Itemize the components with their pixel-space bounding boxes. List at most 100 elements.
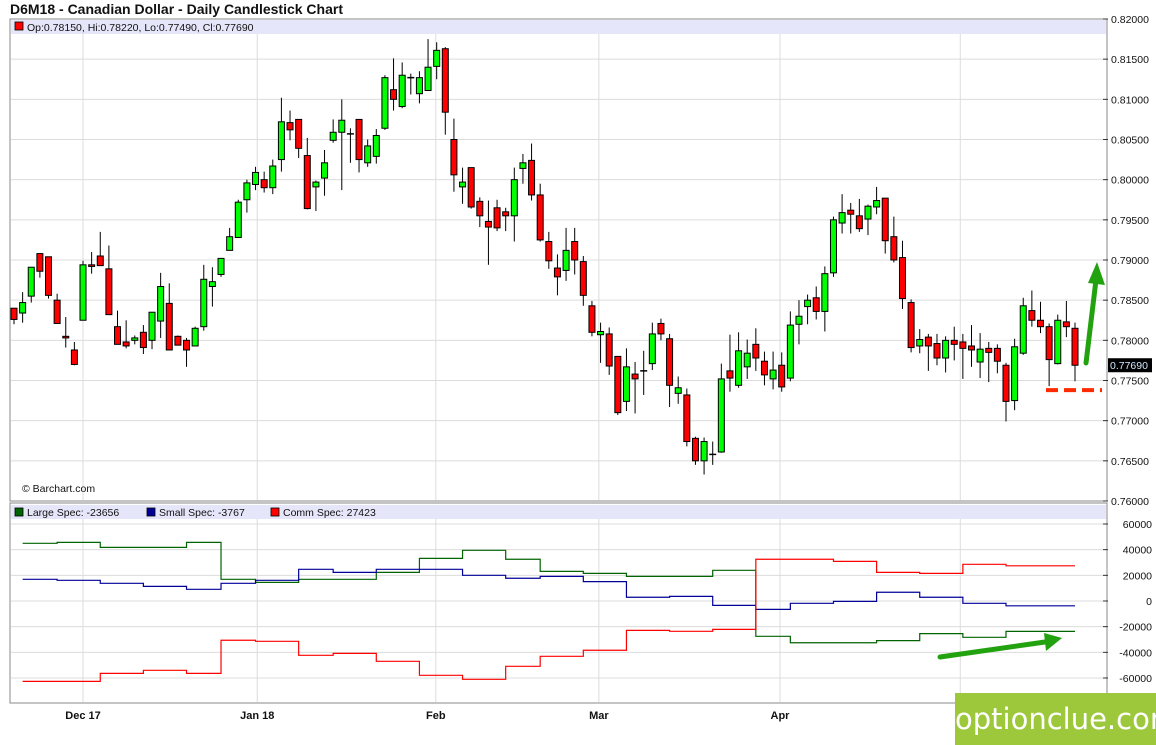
candle-body [510,179,518,217]
candle-body [795,315,803,325]
candle-down [614,355,622,416]
candle-up [829,216,837,277]
candle-body [838,212,846,224]
legend-label-comm: Comm Spec: 27423 [283,507,376,519]
candle-body [484,220,492,228]
candle-body [1011,346,1019,402]
candle-body [778,364,786,388]
candle-body [208,281,216,288]
candle-body [735,350,743,386]
candle-body [898,257,906,300]
candle-body [657,322,665,335]
candle-body [804,299,812,308]
candle-body [45,256,53,296]
candle-body [1019,305,1027,354]
candle-body [571,241,579,261]
candle-body [588,305,596,333]
candle-body [985,347,993,353]
candle-body [562,249,570,271]
candle-body [726,370,734,379]
candle-body [79,264,87,321]
price-tick-label: 0.76000 [1111,496,1149,508]
legend-swatch-comm [270,507,280,517]
candle-body [433,49,441,67]
price-legend: Op:0.78150, Hi:0.78220, Lo:0.77490, Cl:0… [27,22,254,34]
candle-body [122,341,130,347]
candle-body [200,278,208,328]
candle-body [450,139,458,176]
candle-body [234,201,242,239]
candle-up [1054,314,1062,365]
candle-body [467,167,475,208]
copyright: © Barchart.com [22,483,95,495]
candle-body [907,302,915,349]
candle-body [1071,327,1079,366]
candle-body [743,352,751,368]
x-tick-label: Jan 18 [240,710,274,722]
price-axis: 0.82000 0.81500 0.81000 0.80500 0.80000 0.795… [1103,14,1149,508]
candle-body [260,179,268,189]
candle-body [36,253,44,272]
chart-canvas: Op:0.78150, Hi:0.78220, Lo:0.77490, Cl:0… [9,14,1152,722]
candle-body [355,118,363,161]
candle-up [234,199,242,239]
price-tick-label: 0.81500 [1111,54,1149,66]
candle-body [614,355,622,414]
candle-body [295,118,303,149]
candle-body [967,345,975,351]
candle-body [536,194,544,241]
candle-body [277,121,285,161]
candle-body [321,162,329,179]
price-tick-label: 0.78500 [1111,295,1149,307]
cot-tick-label: 20000 [1123,570,1152,582]
price-tick-label: 0.81000 [1111,94,1149,106]
candle-body [924,336,932,347]
candle-body [252,171,260,185]
legend-swatch-large [14,507,24,517]
candle-body [1054,319,1062,365]
candle-body [812,297,820,312]
candle-body [674,387,682,394]
cot-up-arrow-annotation [937,633,1062,660]
candle-body [96,255,104,267]
candle-body [760,360,768,376]
candle-body [873,200,881,208]
candle-body [519,162,527,169]
candle-body [683,394,691,443]
candle-body [459,181,467,188]
candle-body [62,335,70,339]
series-line-comm [22,558,1075,682]
candle-body [398,74,406,108]
candle-down [691,436,699,465]
cot-panel [9,502,1108,704]
candle-body [338,119,346,133]
candle-up [79,260,87,321]
cot-tick-label: -20000 [1119,622,1152,634]
candle-body [916,339,924,347]
cot-legend: Large Spec: -23656 Small Spec: -3767 Comm … [14,507,376,519]
candle-body [329,131,337,141]
candle-body [364,145,372,164]
candle-body [1036,319,1044,328]
candle-body [631,373,639,380]
candle-body [821,273,829,312]
cot-tick-label: 60000 [1123,519,1152,531]
price-tick-label: 0.76500 [1111,456,1149,468]
candle-body [174,335,182,346]
candle-body [157,286,165,322]
candle-body [545,241,553,262]
cot-tick-label: -60000 [1119,673,1152,685]
candle-body [191,327,199,347]
candle-down [467,167,475,209]
candle-body [847,209,855,215]
x-tick-label: Dec 17 [65,710,100,722]
x-axis: Dec 17Jan 18FebMarAprM [65,710,965,722]
candle-body [381,77,389,129]
price-tick-label: 0.79000 [1111,255,1149,267]
cot-tick-label: 0 [1146,596,1152,608]
legend-label-large: Large Spec: -23656 [27,507,119,519]
price-tick-label: 0.78000 [1111,335,1149,347]
x-tick-label: Feb [426,710,446,722]
candle-body [786,324,794,379]
candle-body [502,211,510,217]
